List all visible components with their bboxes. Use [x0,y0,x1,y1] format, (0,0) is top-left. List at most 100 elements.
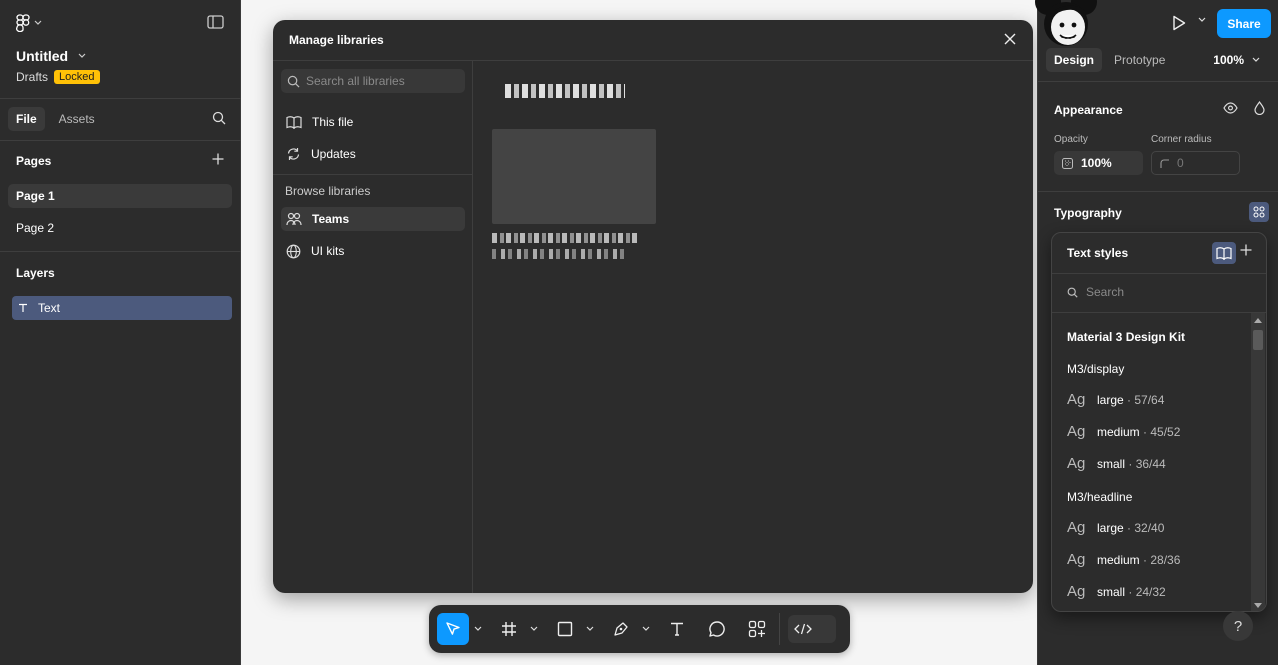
style-search[interactable] [1067,285,1236,299]
scroll-down-icon[interactable] [1254,603,1262,609]
chevron-down-icon [34,20,42,25]
chevron-down-icon [1198,17,1206,22]
comment-tool-button[interactable] [701,613,733,645]
refresh-icon [287,148,300,160]
browse-libraries-label: Browse libraries [285,184,371,198]
chevron-down-icon [530,626,538,631]
text-styles-button[interactable] [1249,202,1269,222]
nav-ui-kits[interactable]: UI kits [281,239,465,263]
dev-mode-icon [794,623,812,635]
visibility-button[interactable] [1223,102,1238,114]
style-separator: · [1123,392,1135,407]
library-search[interactable] [281,69,465,93]
scroll-up-icon[interactable] [1254,317,1262,323]
text-styles-list: Material 3 Design Kit M3/display Ag larg… [1052,313,1250,611]
frame-tool-button[interactable] [493,613,525,645]
move-tool-button[interactable] [437,613,469,645]
zoom-menu[interactable]: 100% [1213,53,1260,67]
chevron-down-icon [642,626,650,631]
shape-tool-menu[interactable] [581,613,599,645]
pen-tool-button[interactable] [605,613,637,645]
style-item[interactable]: Ag small · 36/44 [1067,455,1166,472]
chevron-down-icon [1252,57,1260,62]
plus-icon [212,153,224,165]
help-button[interactable]: ? [1223,611,1253,641]
tab-assets[interactable]: Assets [51,107,103,131]
redacted-library-meta [492,249,624,259]
left-tabs: File Assets [8,107,103,131]
style-item[interactable]: Ag medium · 45/52 [1067,423,1180,440]
manage-libraries-dialog: Manage libraries This file Updates Brows… [273,20,1033,593]
style-separator: · [1139,424,1151,439]
ag-preview: Ag [1067,455,1086,472]
toggle-sidebar-button[interactable] [207,15,224,29]
style-item[interactable]: Ag medium · 28/36 [1067,551,1180,568]
style-name: large [1097,520,1124,535]
page-item-1[interactable]: Page 1 [8,184,232,208]
divider [779,613,780,645]
move-tool-menu[interactable] [469,613,487,645]
library-search-input[interactable] [306,74,456,88]
pen-icon [614,622,628,636]
actions-button[interactable] [741,613,773,645]
style-item[interactable]: Ag large · 32/40 [1067,519,1164,536]
redacted-library-title [492,233,640,243]
divider [273,174,473,175]
corner-radius-field[interactable]: 0 [1151,151,1240,175]
main-menu-button[interactable] [16,14,42,32]
nav-updates[interactable]: Updates [281,142,465,166]
blend-mode-button[interactable] [1254,101,1265,115]
dialog-title: Manage libraries [289,33,384,47]
browse-libraries-button[interactable] [1212,242,1236,264]
search-icon [212,111,226,125]
corner-radius-label: Corner radius [1151,134,1212,145]
divider [0,251,241,252]
dev-mode-toggle[interactable] [788,615,836,643]
play-icon [1173,15,1186,31]
close-dialog-button[interactable] [1003,32,1017,46]
style-group-name: M3/headline [1067,490,1133,504]
styles-scrollbar[interactable] [1251,313,1265,611]
page-item-2[interactable]: Page 2 [8,216,232,240]
present-button[interactable] [1172,15,1186,31]
tab-file[interactable]: File [8,107,45,131]
tab-design[interactable]: Design [1046,48,1103,72]
nav-teams[interactable]: Teams [281,207,465,231]
present-options-button[interactable] [1198,17,1206,23]
nav-label: This file [312,115,354,129]
pages-heading: Pages [16,154,52,168]
style-separator: · [1123,520,1135,535]
pen-tool-menu[interactable] [637,613,655,645]
text-styles-popover: Text styles Material 3 Design Kit M3/dis… [1051,232,1267,612]
search-layers-button[interactable] [212,111,226,125]
layer-item-text[interactable]: Text [12,296,232,320]
zoom-level: 100% [1213,53,1244,67]
library-thumbnail[interactable] [492,129,656,224]
style-item[interactable]: Ag small · 24/32 [1067,583,1166,600]
appearance-heading: Appearance [1054,103,1123,117]
style-search-input[interactable] [1086,285,1236,299]
locked-badge[interactable]: Locked [54,70,100,84]
book-icon [1216,247,1232,260]
drafts-link[interactable]: Drafts [16,70,48,84]
nav-this-file[interactable]: This file [281,110,465,134]
add-page-button[interactable] [212,153,224,165]
create-style-button[interactable] [1240,244,1252,256]
avatar[interactable] [1026,0,1106,54]
text-tool-button[interactable] [661,613,693,645]
styles-grid-icon [1253,206,1265,218]
libraries-nav: This file Updates Browse libraries Teams… [273,61,473,593]
opacity-field[interactable]: 100% [1054,151,1143,175]
rectangle-tool-button[interactable] [549,613,581,645]
frame-tool-menu[interactable] [525,613,543,645]
scroll-thumb[interactable] [1253,330,1263,350]
style-item[interactable]: Ag large · 57/64 [1067,391,1164,408]
tab-prototype[interactable]: Prototype [1106,48,1173,72]
divider [1038,81,1278,82]
file-name-button[interactable]: Untitled [16,48,86,64]
nav-label: Teams [312,212,350,226]
style-separator: · [1125,456,1136,471]
style-size: 45/52 [1150,424,1181,439]
eye-icon [1223,102,1238,114]
share-button[interactable]: Share [1217,9,1271,38]
